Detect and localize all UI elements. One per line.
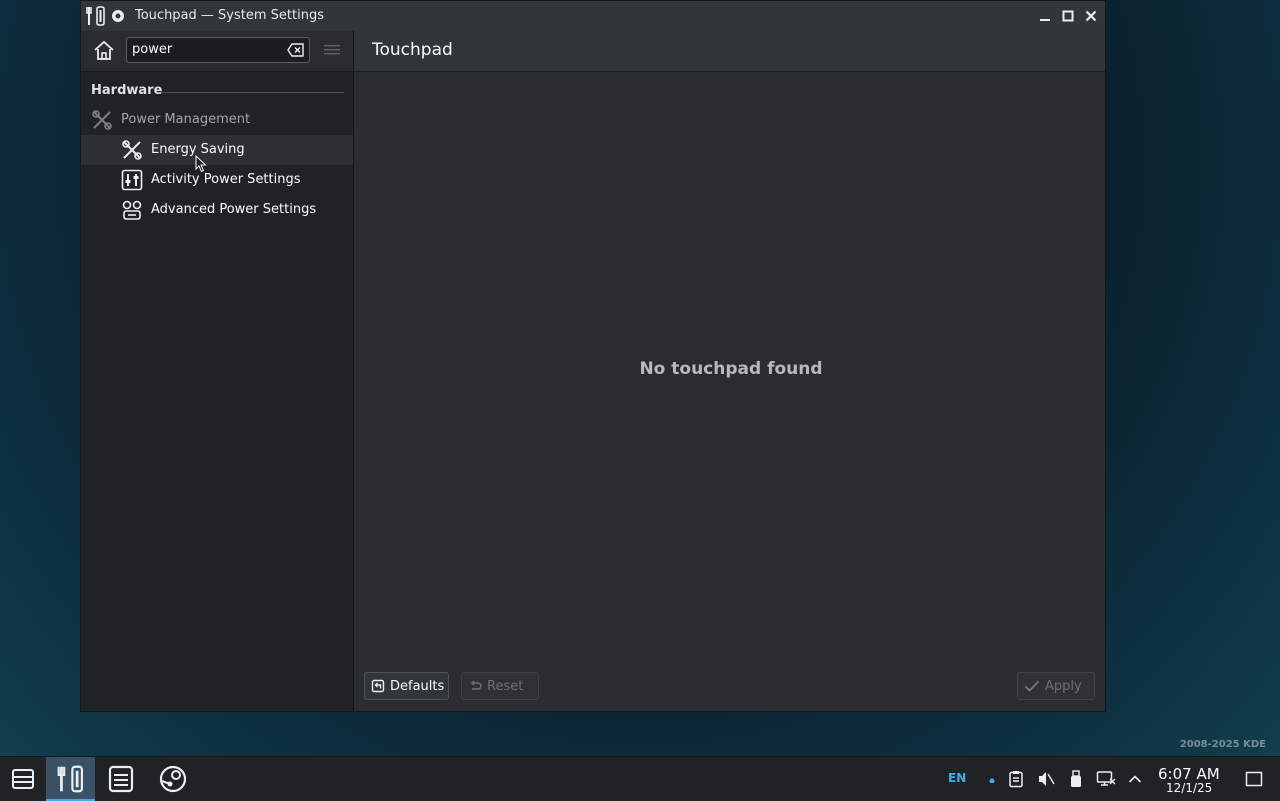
category-divider [161, 92, 344, 93]
category-header: Hardware [91, 83, 163, 98]
main-panel: Touchpad No touchpad found Defaults Rese… [354, 31, 1105, 711]
hamburger-menu-button[interactable] [323, 43, 341, 57]
search-input[interactable]: power [132, 42, 172, 57]
mouse-cursor-icon [195, 154, 207, 177]
file-manager-icon [108, 765, 134, 793]
defaults-icon [371, 679, 385, 693]
system-settings-app-icon[interactable] [85, 5, 107, 27]
defaults-button[interactable]: Defaults [364, 672, 449, 700]
reset-icon [471, 680, 482, 690]
apply-label: Apply [1045, 678, 1082, 694]
sidebar-toolbar: power [81, 31, 353, 72]
checkmark-icon [1024, 680, 1040, 692]
sidebar-item-activity-power-settings[interactable]: Activity Power Settings [81, 165, 353, 195]
reset-label: Reset [487, 678, 524, 694]
application-launcher-button[interactable] [0, 757, 46, 801]
sidebar-item-power-management[interactable]: Power Management [81, 105, 353, 135]
close-button[interactable] [1082, 7, 1100, 25]
defaults-label: Defaults [390, 678, 445, 694]
desktop-watermark: 2008-2025 KDE [1179, 739, 1266, 750]
launcher-icon [12, 769, 34, 789]
steam-icon [159, 765, 187, 793]
keep-above-icon[interactable] [111, 9, 125, 23]
sidebar-item-label: Power Management [121, 112, 251, 127]
power-management-icon [91, 109, 113, 131]
apply-button[interactable]: Apply [1017, 672, 1095, 700]
tray-expand-chevron-icon[interactable] [1125, 769, 1145, 789]
search-field[interactable]: power [126, 37, 310, 63]
task-steam[interactable] [150, 757, 196, 801]
advanced-power-icon [121, 199, 143, 221]
reset-button[interactable]: Reset [461, 672, 539, 700]
clock-date[interactable]: 12/1/25 [1166, 781, 1212, 795]
clipboard-icon[interactable] [1006, 769, 1026, 789]
placeholder-message: No touchpad found [639, 359, 823, 379]
page-header: Touchpad [354, 31, 1105, 72]
minimize-button[interactable] [1036, 7, 1054, 25]
system-settings-icon [57, 765, 83, 793]
home-button[interactable] [91, 38, 117, 64]
maximize-button[interactable] [1059, 7, 1077, 25]
clear-search-icon[interactable] [287, 42, 305, 58]
network-wired-icon[interactable] [1096, 769, 1116, 789]
task-system-settings[interactable] [46, 757, 95, 801]
usb-device-icon[interactable] [1066, 769, 1086, 789]
taskbar: EN 6:07 AM 12/1/25 [0, 756, 1280, 801]
sidebar-item-label: Advanced Power Settings [151, 202, 317, 217]
sidebar-item-advanced-power-settings[interactable]: Advanced Power Settings [81, 195, 353, 225]
content-area: No touchpad found [359, 73, 1103, 663]
energy-saving-icon [121, 139, 143, 161]
sidebar-item-label: Activity Power Settings [151, 172, 301, 187]
system-settings-window: Touchpad — System Settings power Hardwar… [80, 0, 1106, 712]
button-footer: Defaults Reset Apply [354, 663, 1105, 711]
home-icon [94, 40, 114, 60]
page-title: Touchpad [372, 40, 453, 60]
window-title: Touchpad — System Settings [135, 8, 324, 23]
activity-power-icon [121, 169, 143, 191]
show-desktop-icon[interactable] [1244, 769, 1264, 789]
hamburger-icon [324, 45, 340, 55]
keyboard-layout-indicator[interactable]: EN [948, 771, 966, 785]
window-titlebar[interactable]: Touchpad — System Settings [81, 1, 1105, 31]
sidebar-item-energy-saving[interactable]: Energy Saving [81, 135, 353, 165]
task-file-manager[interactable] [98, 757, 144, 801]
sidebar: power Hardware Power Management Energy S… [81, 31, 354, 711]
volume-muted-icon[interactable] [1036, 769, 1056, 789]
notification-dot-icon[interactable] [982, 769, 1002, 789]
